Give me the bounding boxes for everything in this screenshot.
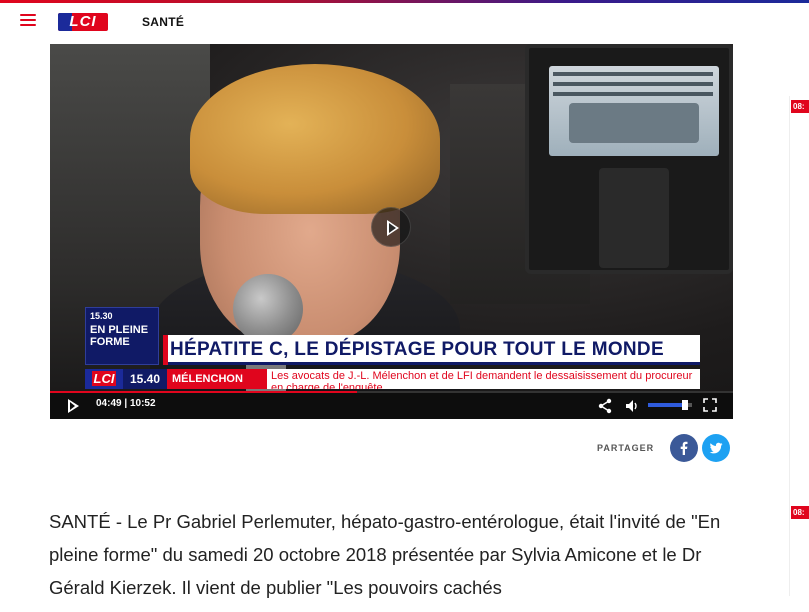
headline-text: HÉPATITE C, LE DÉPISTAGE POUR TOUT LE MO…: [170, 339, 664, 360]
video-progress-bar[interactable]: [50, 391, 733, 393]
video-controls: 04:49 | 10:52: [50, 391, 733, 419]
article-intro: SANTÉ - Le Pr Gabriel Perlemuter, hépato…: [49, 505, 749, 604]
ticker-text: Les avocats de J.-L. Mélenchon et de LFI…: [271, 370, 693, 389]
current-time: 04:49: [96, 398, 122, 409]
ticker-time: 15.40: [123, 369, 167, 389]
share-row: PARTAGER: [597, 432, 737, 464]
play-icon[interactable]: [66, 399, 80, 413]
hamburger-menu-icon[interactable]: [20, 14, 36, 26]
ticker-logo: LCI: [85, 369, 123, 389]
article-body: - Le Pr Gabriel Perlemuter, hépato-gastr…: [49, 511, 721, 598]
volume-icon[interactable]: [624, 398, 640, 414]
side-rail: [789, 96, 809, 596]
play-overlay-button[interactable]: [371, 207, 411, 247]
top-accent-bar: [0, 0, 809, 3]
facebook-share-button[interactable]: [670, 434, 698, 462]
microphone: [233, 274, 303, 344]
volume-level: [648, 403, 686, 407]
twitter-share-button[interactable]: [702, 434, 730, 462]
twitter-icon: [709, 442, 723, 454]
fullscreen-icon[interactable]: [702, 397, 718, 413]
video-progress-fill: [50, 391, 358, 393]
side-time-tag[interactable]: 08:: [791, 100, 809, 113]
share-icon[interactable]: [597, 398, 613, 414]
share-label: PARTAGER: [597, 443, 655, 453]
video-time: 04:49 | 10:52: [96, 398, 156, 409]
side-time-tag[interactable]: 08:: [791, 506, 809, 519]
top-bar: LCI SANTÉ: [0, 0, 809, 44]
section-title[interactable]: SANTÉ: [142, 15, 184, 29]
program-time: 15.30: [90, 311, 113, 321]
time-separator: |: [124, 398, 128, 409]
article-kicker: SANTÉ: [49, 511, 111, 532]
video-player[interactable]: 15.30 EN PLEINE FORME HÉPATITE C, LE DÉP…: [50, 44, 733, 419]
program-name: EN PLEINE FORME: [90, 324, 149, 348]
background-monitor: [525, 44, 733, 274]
facebook-icon: [680, 441, 688, 455]
ticker-topic: MÉLENCHON: [167, 369, 267, 389]
volume-knob[interactable]: [682, 400, 689, 410]
news-ticker: LCI 15.40 MÉLENCHON Les avocats de J.-L.…: [85, 369, 700, 389]
lower-third-headline: HÉPATITE C, LE DÉPISTAGE POUR TOUT LE MO…: [163, 335, 700, 365]
lci-logo[interactable]: LCI: [58, 13, 108, 31]
program-box: 15.30 EN PLEINE FORME: [85, 307, 159, 365]
volume-slider[interactable]: [648, 400, 692, 410]
video-frame: 15.30 EN PLEINE FORME HÉPATITE C, LE DÉP…: [50, 44, 733, 399]
duration: 10:52: [129, 398, 156, 409]
